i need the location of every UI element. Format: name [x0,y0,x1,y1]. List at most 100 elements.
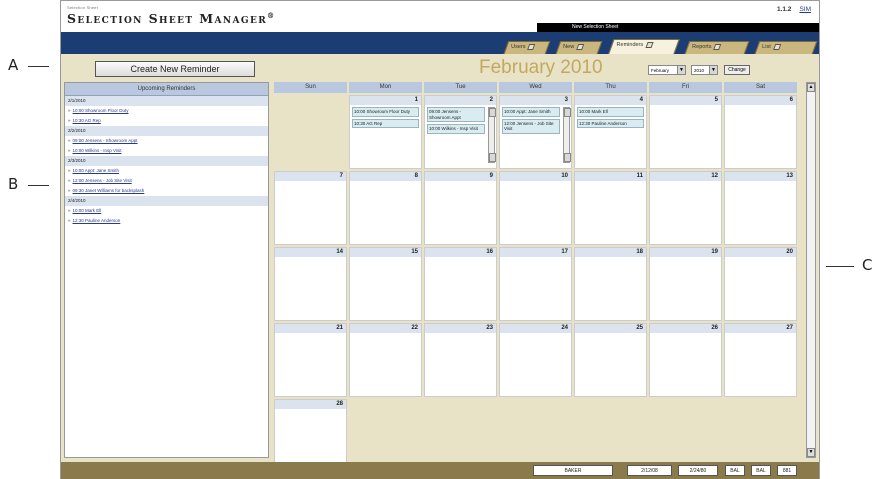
reminders-list: 2/1/201010:00 Showroom Floor Duty10:30 A… [65,96,268,226]
dayname-fri: Fri [649,82,722,93]
day-cell[interactable]: 16 [424,247,497,321]
day-number: 1 [350,96,421,105]
users-icon [527,44,536,50]
day-cell[interactable]: 19 [649,247,722,321]
day-number: 25 [575,324,646,333]
day-cell[interactable]: 22 [349,323,422,397]
calendar-event[interactable]: 10:00 Appt: Jane Smith [502,107,560,117]
day-number: 20 [725,248,796,257]
callout-a-line [28,66,49,67]
day-number: 22 [350,324,421,333]
calendar-event[interactable]: 10:00 Wilkins - Insp Visit [427,124,485,134]
list-icon [772,44,781,50]
calendar-event[interactable]: 12:30 Pauline Anderson [577,118,644,128]
dayname-tue: Tue [424,82,497,93]
day-cell[interactable]: 20 [724,247,797,321]
day-cell[interactable]: 5 [649,95,722,169]
day-number: 2 [425,96,496,105]
status-bar: BAKER 2/12/08 2/24/80 BAL BAL 881 [61,462,819,479]
day-cell[interactable]: 12 [649,171,722,245]
day-number: 11 [575,172,646,181]
scroll-up-icon[interactable]: ▲ [807,83,815,92]
reminder-date: 2/2/2010 [65,126,268,136]
upcoming-reminders-panel: Upcoming Reminders 2/1/201010:00 Showroo… [64,82,269,458]
chevron-down-icon: ▼ [709,66,717,74]
day-cell[interactable]: 10 [499,171,572,245]
day-cell[interactable]: 11 [574,171,647,245]
month-select[interactable]: February ▼ [648,65,686,75]
day-cell[interactable]: 23 [424,323,497,397]
callout-b-line [28,185,49,186]
logo-tagline: Selection Sheet [67,5,99,10]
reminder-item[interactable]: 10:00 Appt: Jane Smith [65,166,268,176]
app-window: Selection Sheet Selection Sheet Manager®… [60,0,820,479]
day-cell[interactable]: 24 [499,323,572,397]
month-title: February 2010 [479,57,603,78]
dayname-thu: Thu [574,82,647,93]
cell-scrollbar[interactable] [563,107,571,163]
reminder-item[interactable]: 10:00 Wilkins - Insp Visit [65,146,268,156]
calendar-event[interactable]: 09:00 Jensens - Showroom Appt [427,107,485,122]
reminder-item[interactable]: 10:00 Mark Ell [65,206,268,216]
status-field: BAL [725,465,745,476]
calendar-icon [645,42,654,48]
day-number: 21 [275,324,346,333]
day-cell[interactable]: 26 [649,323,722,397]
change-button[interactable]: Change [724,65,750,75]
day-cell[interactable]: 8 [349,171,422,245]
create-reminder-button[interactable]: Create New Reminder [95,61,255,77]
dayname-mon: Mon [349,82,422,93]
day-number: 10 [500,172,571,181]
day-number: 4 [575,96,646,105]
callout-b: B [8,175,19,193]
year-select[interactable]: 2010 ▼ [691,65,718,75]
day-number: 24 [500,324,571,333]
day-number: 14 [275,248,346,257]
reminder-item[interactable]: 10:30 AG Rep [65,116,268,126]
day-number: 6 [725,96,796,105]
reminder-item[interactable]: 12:00 Jensens - Job Site Visit [65,176,268,186]
app-logo: Selection Sheet Selection Sheet Manager® [67,5,276,28]
tab-users[interactable]: Users [503,41,551,54]
cell-scrollbar[interactable] [488,107,496,163]
day-cell[interactable]: 25 [574,323,647,397]
sheet-name-bar: New Selection Sheet [537,23,819,32]
day-cell[interactable]: 4 10:00 Mark Ell 12:30 Pauline Anderson [574,95,647,169]
day-cell[interactable]: 17 [499,247,572,321]
day-cell[interactable]: 14 [274,247,347,321]
calendar-event[interactable]: 10:30 AG Rep [352,118,419,128]
tab-reminders[interactable]: Reminders [608,39,680,54]
tab-reports[interactable]: Reports [684,41,750,54]
day-number: 26 [650,324,721,333]
day-cell[interactable]: 3 10:00 Appt: Jane Smith 12:00 Jensens - J… [499,95,572,169]
day-cell[interactable]: 13 [724,171,797,245]
version-link[interactable]: SIM [799,6,811,13]
day-cell[interactable]: 2 09:00 Jensens - Showroom Appt 10:00 Wilk… [424,95,497,169]
scroll-down-icon[interactable]: ▼ [807,448,815,457]
calendar-event[interactable]: 12:00 Jensens - Job Site Visit [502,118,560,134]
day-cell[interactable]: 15 [349,247,422,321]
vertical-scrollbar[interactable]: ▲ ▼ [806,82,816,458]
tab-list[interactable]: List [754,41,818,54]
day-number: 16 [425,248,496,257]
day-number: 17 [500,248,571,257]
day-cell[interactable]: 6 [724,95,797,169]
day-number: 28 [275,400,346,409]
chevron-down-icon: ▼ [677,66,685,74]
tab-new[interactable]: New [555,41,603,54]
day-cell[interactable]: 21 [274,323,347,397]
day-number: 19 [650,248,721,257]
day-cell[interactable]: 18 [574,247,647,321]
version-info: 1.1.2 SIM [776,6,811,13]
day-cell[interactable]: 1 10:00 Showroom Floor Duty 10:30 AG Rep [349,95,422,169]
day-cell[interactable]: 27 [724,323,797,397]
reminder-item[interactable]: 10:00 Showroom Floor Duty [65,106,268,116]
calendar-event[interactable]: 10:00 Mark Ell [577,107,644,117]
reminder-item[interactable]: 09:00 Jensens - Showroom Appt [65,136,268,146]
callout-c: C [862,256,872,274]
calendar-event[interactable]: 10:00 Showroom Floor Duty [352,107,419,117]
reminder-item[interactable]: 12:30 Pauline Anderson [65,216,268,226]
day-cell[interactable]: 7 [274,171,347,245]
day-cell[interactable]: 9 [424,171,497,245]
reminder-item[interactable]: 09:30 Janet Williams for backsplash [65,186,268,196]
